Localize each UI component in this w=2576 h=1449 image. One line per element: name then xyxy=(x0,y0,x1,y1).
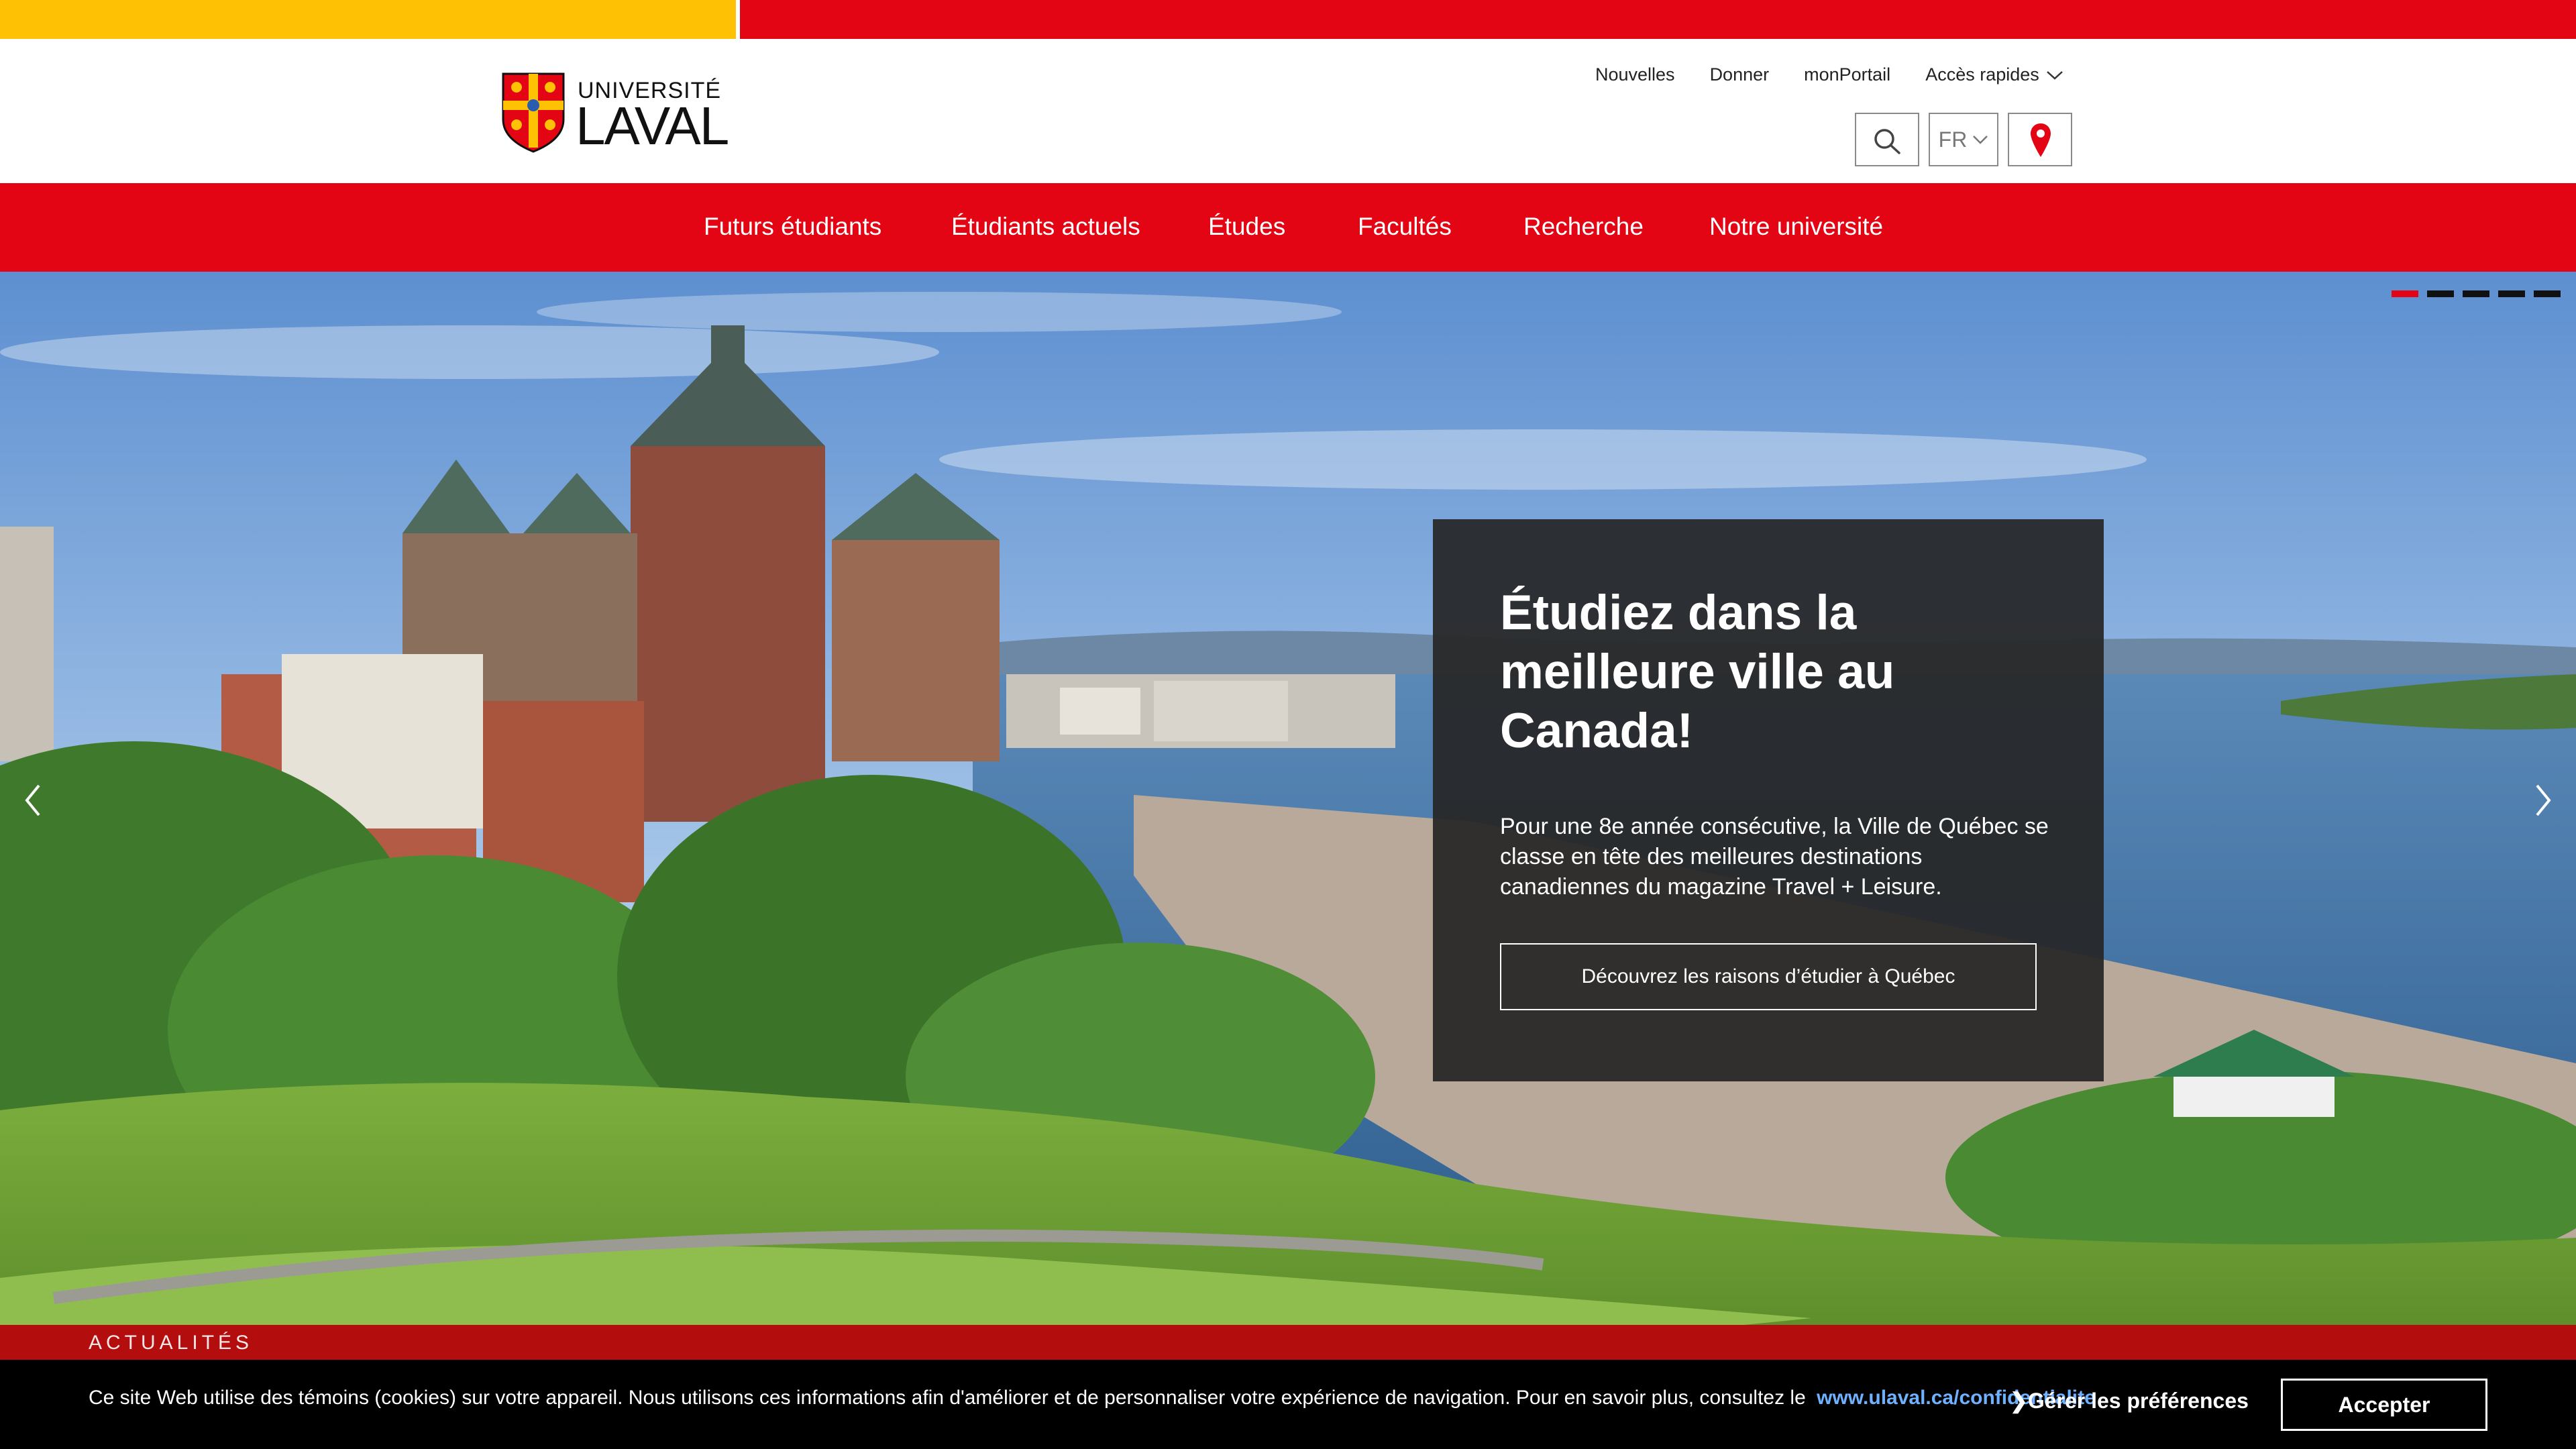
hero-photo-quebec-city xyxy=(0,272,2576,1325)
hero-card-text: Pour une 8e année consécutive, la Ville … xyxy=(1500,814,2049,900)
top-stripe-red xyxy=(740,0,2576,39)
chevron-right-icon[interactable] xyxy=(2530,780,2557,820)
shield-logo-icon xyxy=(502,72,565,153)
language-select[interactable]: FR xyxy=(1929,113,1998,166)
cookie-message: Ce site Web utilise des témoins (cookies… xyxy=(89,1387,2096,1409)
main-navigation: Futurs étudiants Étudiants actuels Étude… xyxy=(0,183,2576,272)
utility-links: Nouvelles Donner monPortail Accès rapide… xyxy=(1595,64,2063,85)
nav-facultes[interactable]: Facultés xyxy=(1358,213,1452,241)
nav-recherche[interactable]: Recherche xyxy=(1523,213,1644,241)
hero-card-button[interactable]: Découvrez les raisons d’étudier à Québec xyxy=(1500,943,2037,1010)
acces-rapides-dropdown[interactable]: Accès rapides xyxy=(1925,64,2063,85)
carousel-dot[interactable] xyxy=(2427,290,2454,297)
cookie-banner: Ce site Web utilise des témoins (cookies… xyxy=(0,1360,2576,1449)
accept-cookies-button[interactable]: Accepter xyxy=(2281,1379,2487,1431)
nav-notre-universite[interactable]: Notre université xyxy=(1709,213,1883,241)
carousel-dot[interactable] xyxy=(2392,290,2418,297)
carousel-indicators xyxy=(2392,290,2561,297)
hero-card-title: Étudiez dans la meilleure ville au Canad… xyxy=(1500,586,1895,758)
nav-futurs-etudiants[interactable]: Futurs étudiants xyxy=(704,213,881,241)
language-current: FR xyxy=(1938,127,1968,152)
chevron-left-icon[interactable] xyxy=(19,780,46,820)
logo-text-laval: LAVAL xyxy=(576,96,729,156)
university-logo[interactable]: UNIVERSITÉ LAVAL xyxy=(502,72,729,156)
campus-map-button[interactable] xyxy=(2008,113,2072,166)
chevron-down-icon xyxy=(1973,136,1988,144)
carousel-dot[interactable] xyxy=(2534,290,2561,297)
hero-carousel: Étudiez dans la meilleure ville au Canad… xyxy=(0,272,2576,1325)
section-band: ACTUALITÉS xyxy=(0,1325,2576,1360)
search-icon xyxy=(1874,129,1900,154)
nav-etudes[interactable]: Études xyxy=(1208,213,1285,241)
nav-etudiants-actuels[interactable]: Étudiants actuels xyxy=(951,213,1140,241)
manage-preferences-button[interactable]: ❯Gérer les préférences xyxy=(2010,1388,2249,1413)
section-band-title: ACTUALITÉS xyxy=(89,1332,254,1354)
carousel-dot[interactable] xyxy=(2498,290,2525,297)
map-pin-icon xyxy=(2031,123,2051,157)
top-stripe-yellow xyxy=(0,0,736,39)
link-monportail[interactable]: monPortail xyxy=(1804,64,1890,85)
cookie-text: Ce site Web utilise des témoins (cookies… xyxy=(89,1387,1806,1409)
hero-card: Étudiez dans la meilleure ville au Canad… xyxy=(1433,519,2104,1081)
site-header: UNIVERSITÉ LAVAL Nouvelles Donner monPor… xyxy=(0,39,2576,183)
chevron-down-icon xyxy=(2046,70,2063,80)
search-button[interactable] xyxy=(1855,113,1919,166)
link-nouvelles[interactable]: Nouvelles xyxy=(1595,64,1675,85)
carousel-dot[interactable] xyxy=(2463,290,2489,297)
top-stripe xyxy=(0,0,2576,39)
acces-rapides-label: Accès rapides xyxy=(1925,64,2039,85)
link-donner[interactable]: Donner xyxy=(1710,64,1770,85)
